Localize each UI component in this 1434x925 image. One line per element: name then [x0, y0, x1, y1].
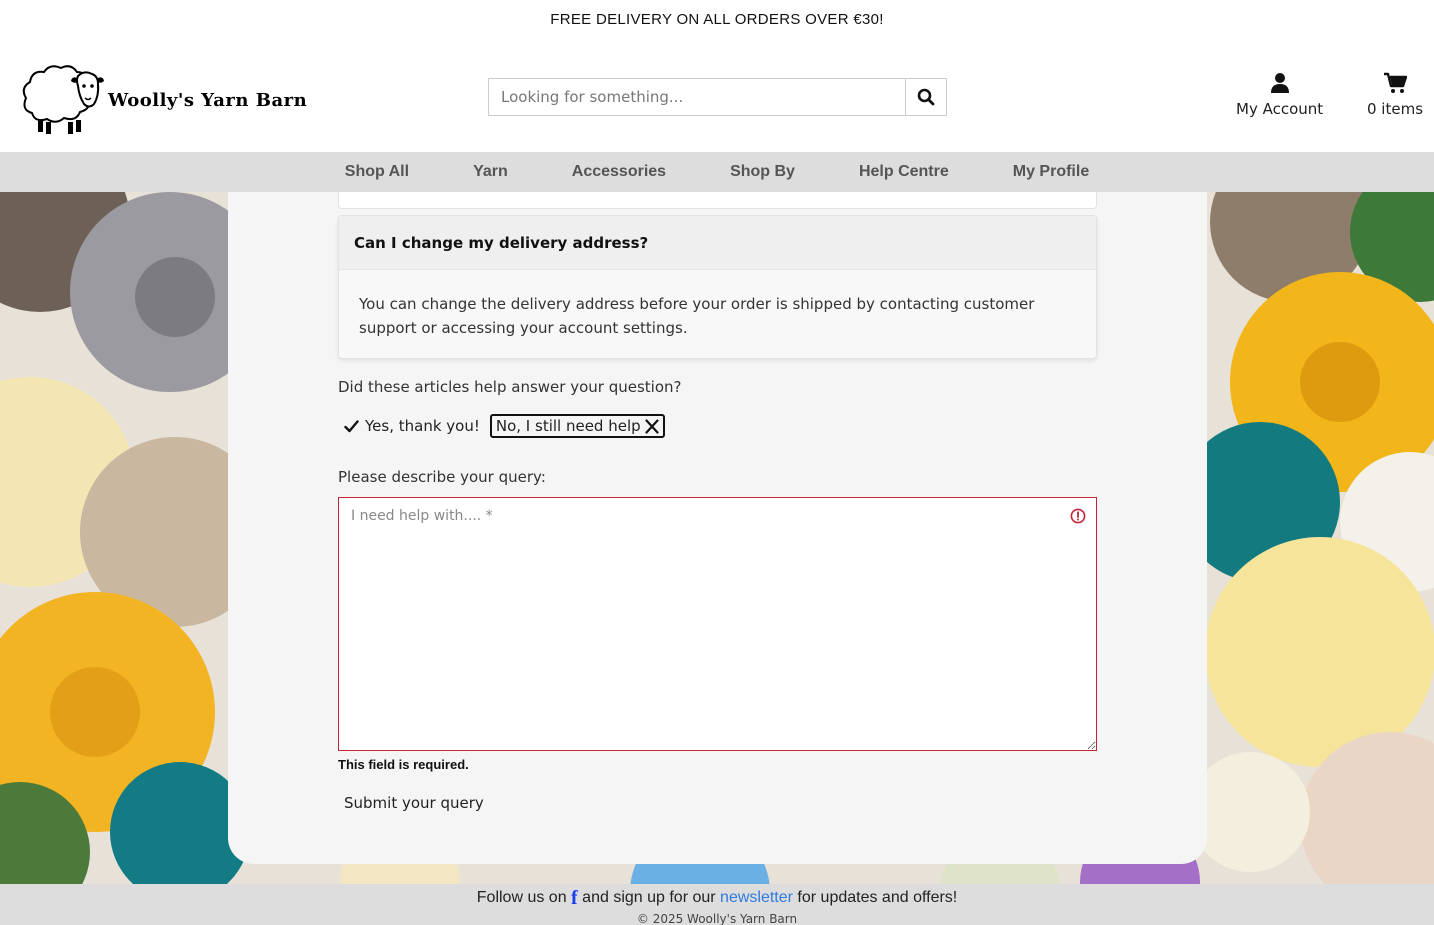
- footer-follow-mid: and sign up for our: [582, 889, 716, 906]
- query-label: Please describe your query:: [338, 468, 546, 486]
- error-icon: [1070, 508, 1086, 524]
- nav-item-shop-all[interactable]: Shop All: [345, 163, 409, 181]
- faq-card: Can I change my delivery address? You ca…: [338, 215, 1097, 359]
- footer-follow-post: for updates and offers!: [797, 889, 958, 906]
- nav-item-yarn[interactable]: Yarn: [473, 163, 508, 181]
- sheep-logo-icon: [22, 65, 104, 134]
- cart-link[interactable]: 0 items: [1367, 72, 1423, 118]
- close-icon: [645, 418, 659, 434]
- user-icon: [1270, 73, 1289, 93]
- footer-follow-pre: Follow us on: [476, 889, 567, 906]
- faq-answer: You can change the delivery address befo…: [359, 295, 1035, 337]
- nav-item-help-centre[interactable]: Help Centre: [859, 163, 949, 181]
- cart-icon: [1384, 72, 1407, 93]
- my-account-link[interactable]: My Account: [1236, 72, 1323, 118]
- faq-card-previous: [338, 192, 1097, 209]
- check-icon: [344, 419, 359, 432]
- my-account-label: My Account: [1236, 100, 1324, 118]
- yes-label: Yes, thank you!: [365, 417, 480, 435]
- yes-button[interactable]: Yes, thank you!: [338, 415, 486, 437]
- search-bar: [488, 78, 947, 116]
- facebook-icon[interactable]: f: [571, 887, 578, 910]
- feedback-question: Did these articles help answer your ques…: [338, 378, 682, 396]
- faq-question-header[interactable]: Can I change my delivery address?: [339, 216, 1096, 270]
- promo-banner: FREE DELIVERY ON ALL ORDERS OVER €30!: [0, 0, 1434, 40]
- field-error-message: This field is required.: [338, 757, 469, 772]
- cart-count-label: 0 items: [1367, 100, 1424, 118]
- help-panel: Can I change my delivery address? You ca…: [228, 192, 1207, 864]
- submit-query-button[interactable]: Submit your query: [338, 792, 490, 814]
- search-icon: [917, 88, 935, 106]
- nav-item-my-profile[interactable]: My Profile: [1013, 163, 1089, 181]
- query-textarea[interactable]: [339, 498, 1096, 750]
- nav-item-shop-by[interactable]: Shop By: [730, 163, 795, 181]
- no-button[interactable]: No, I still need help: [489, 414, 665, 438]
- site-footer: Follow us on f and sign up for our newsl…: [0, 884, 1434, 925]
- search-button[interactable]: [905, 79, 946, 115]
- feedback-choices: Yes, thank you! No, I still need help: [338, 414, 665, 438]
- query-field-wrapper: [338, 497, 1097, 751]
- nav-item-accessories[interactable]: Accessories: [572, 163, 666, 181]
- brand-name: Woolly's Yarn Barn: [108, 89, 308, 111]
- site-header: Woolly's Yarn Barn My Account 0 items: [0, 40, 1434, 152]
- newsletter-link[interactable]: newsletter: [720, 889, 793, 906]
- faq-question: Can I change my delivery address?: [354, 233, 649, 252]
- logo[interactable]: Woolly's Yarn Barn: [16, 60, 336, 140]
- no-label: No, I still need help: [495, 417, 641, 435]
- search-input[interactable]: [489, 79, 905, 115]
- main-nav: Shop All Yarn Accessories Shop By Help C…: [0, 152, 1434, 192]
- footer-follow-line: Follow us on f and sign up for our newsl…: [0, 884, 1434, 910]
- promo-text: FREE DELIVERY ON ALL ORDERS OVER €30!: [550, 11, 884, 28]
- copyright-text: © 2025 Woolly's Yarn Barn: [636, 912, 798, 925]
